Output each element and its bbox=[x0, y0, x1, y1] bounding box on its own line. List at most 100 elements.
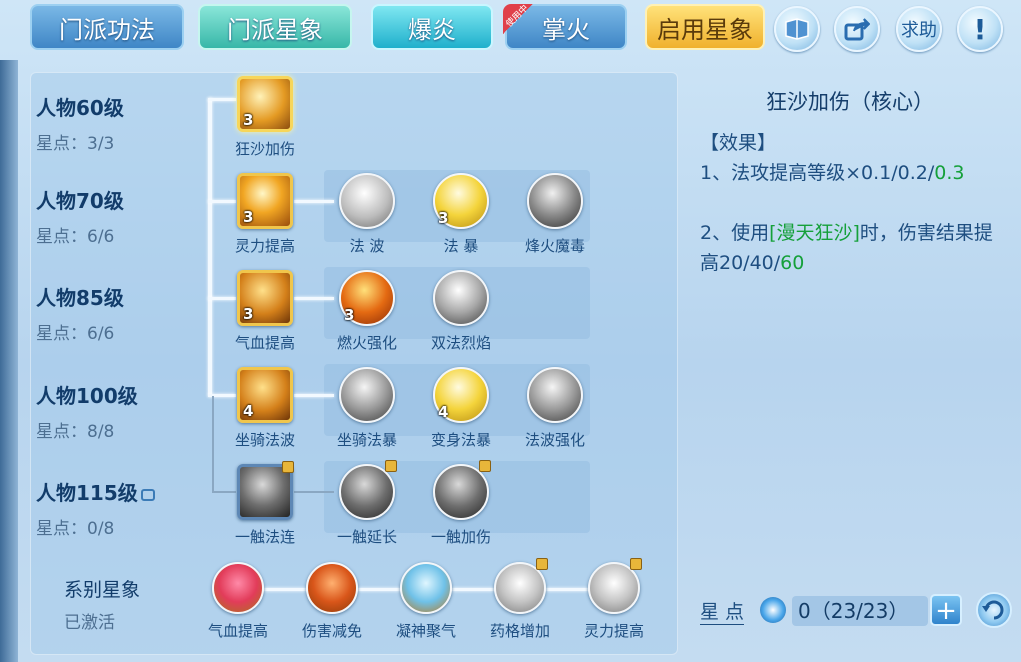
level-name: 人物100级 bbox=[36, 384, 138, 408]
skill-node[interactable]: 3 气血提高 bbox=[228, 270, 302, 353]
tower-icon bbox=[527, 173, 583, 229]
system-node[interactable]: 凝神聚气 bbox=[389, 562, 463, 641]
fire-fist-icon: 3 bbox=[339, 270, 395, 326]
tab-label: 掌火 bbox=[542, 15, 590, 44]
skill-node[interactable]: 3 法 暴 bbox=[424, 173, 498, 256]
flame-icon bbox=[433, 270, 489, 326]
skill-node[interactable]: 坐骑法暴 bbox=[330, 367, 404, 450]
tab-label: 爆炎 bbox=[408, 15, 456, 44]
system-title: 系别星象 bbox=[64, 579, 141, 601]
skill-label: 双法烈焰 bbox=[430, 334, 491, 352]
spell-power-icon: 3 bbox=[237, 173, 293, 229]
meditate-icon bbox=[400, 562, 452, 614]
mount-icon: 4 bbox=[237, 367, 293, 423]
wave-icon bbox=[527, 367, 583, 423]
system-label: 灵力提高 bbox=[583, 622, 644, 640]
star-point-icon bbox=[760, 597, 786, 623]
level-70: 人物70级 星点：6/6 bbox=[36, 185, 196, 247]
share-icon[interactable] bbox=[834, 6, 880, 52]
mount-grey-icon bbox=[339, 367, 395, 423]
skill-label: 一触延长 bbox=[336, 528, 397, 546]
tree-line bbox=[208, 98, 212, 396]
system-node-locked[interactable]: 药格增加 bbox=[483, 558, 557, 641]
palm-gold-icon: 3 bbox=[433, 173, 489, 229]
skill-node-locked[interactable]: 一触法连 bbox=[228, 461, 302, 547]
tab-sect-skills[interactable]: 门派功法 bbox=[30, 4, 184, 50]
system-label: 伤害减免 bbox=[301, 622, 362, 640]
tab-scheme-2[interactable]: 使用中 掌火 bbox=[503, 3, 627, 50]
beast-icon: 3 bbox=[237, 270, 293, 326]
skill-node[interactable]: 烽火魔毒 bbox=[518, 173, 592, 256]
sand-skill-icon: 3 bbox=[237, 76, 293, 132]
help-button[interactable]: 求助 bbox=[896, 6, 942, 52]
touch-damage-icon bbox=[433, 460, 491, 520]
level-85: 人物85级 星点：6/6 bbox=[36, 282, 196, 344]
lock-icon bbox=[282, 461, 294, 473]
skill-node[interactable]: 4 坐骑法波 bbox=[228, 367, 302, 450]
book-icon[interactable] bbox=[774, 6, 820, 52]
lock-icon bbox=[479, 460, 491, 472]
system-label: 药格增加 bbox=[489, 622, 550, 640]
skill-label: 坐骑法暴 bbox=[336, 431, 397, 449]
system-node[interactable]: 伤害减免 bbox=[295, 562, 369, 641]
star-points-value: 0（23/23） bbox=[792, 596, 928, 626]
level-60: 人物60级 星点：3/3 bbox=[36, 92, 196, 154]
tree-line-locked bbox=[212, 396, 214, 492]
level-name: 人物85级 bbox=[36, 286, 124, 310]
alert-icon[interactable]: ! bbox=[957, 6, 1003, 52]
detail-title: 狂沙加伤（核心） bbox=[766, 90, 934, 114]
shield-body-icon bbox=[306, 562, 358, 614]
level-100: 人物100级星点：8/8 bbox=[36, 380, 196, 442]
tab-sect-stars[interactable]: 门派星象 bbox=[198, 4, 352, 50]
skill-label: 法 波 bbox=[349, 237, 385, 255]
transform-icon: 4 bbox=[433, 367, 489, 423]
skill-node-locked[interactable]: 一触延长 bbox=[330, 460, 404, 547]
skill-label: 法波强化 bbox=[524, 431, 585, 449]
skill-node[interactable]: 3 燃火强化 bbox=[330, 270, 404, 353]
lock-icon bbox=[630, 558, 642, 570]
system-node-locked[interactable]: 灵力提高 bbox=[577, 558, 651, 641]
effect-line-1: 1、法攻提高等级×0.1/0.2/0.3 bbox=[700, 162, 965, 184]
skill-node[interactable]: 双法烈焰 bbox=[424, 270, 498, 353]
skill-node-locked[interactable]: 一触加伤 bbox=[424, 460, 498, 547]
touch-extend-icon bbox=[339, 460, 397, 520]
skill-label: 法 暴 bbox=[443, 237, 479, 255]
potion-icon bbox=[494, 558, 548, 614]
skill-label: 狂沙加伤 bbox=[234, 140, 295, 158]
help-label: 求助 bbox=[901, 20, 937, 41]
skill-label: 一触法连 bbox=[234, 528, 295, 546]
system-label: 凝神聚气 bbox=[395, 622, 456, 640]
effect-header: 【效果】 bbox=[700, 132, 777, 154]
add-star-point-button[interactable]: + bbox=[930, 594, 962, 626]
touch-icon bbox=[237, 461, 294, 520]
skill-node[interactable]: 法波强化 bbox=[518, 367, 592, 450]
enable-stars-button[interactable]: 启用星象 bbox=[645, 4, 765, 50]
reset-icon[interactable] bbox=[976, 592, 1012, 628]
system-node[interactable]: 气血提高 bbox=[201, 562, 275, 641]
level-115: 人物115级星点：0/8 bbox=[36, 477, 196, 539]
palm-icon bbox=[339, 173, 395, 229]
in-use-badge: 使用中 bbox=[503, 3, 533, 34]
level-name: 人物115级 bbox=[36, 481, 138, 505]
level-points: 星点：3/3 bbox=[36, 134, 115, 154]
lock-icon bbox=[536, 558, 548, 570]
button-label: 启用星象 bbox=[657, 15, 753, 44]
skill-node[interactable]: 3 灵力提高 bbox=[228, 173, 302, 256]
skill-node[interactable]: 3 狂沙加伤 bbox=[228, 76, 302, 159]
skill-label: 燃火强化 bbox=[336, 334, 397, 352]
skill-node[interactable]: 4 变身法暴 bbox=[424, 367, 498, 450]
skill-label: 变身法暴 bbox=[430, 431, 491, 449]
skill-label: 灵力提高 bbox=[234, 237, 295, 255]
tab-scheme-1[interactable]: 爆炎 bbox=[371, 4, 493, 50]
effect-line-2: 2、使用[漫天狂沙]时，伤害结果提高20/40/60 bbox=[700, 222, 993, 274]
skill-label: 一触加伤 bbox=[430, 528, 491, 546]
system-stars: 系别星象 已激活 bbox=[64, 575, 224, 633]
system-label: 气血提高 bbox=[207, 622, 268, 640]
star-points-bar: 星 点 0（23/23） + bbox=[700, 592, 1018, 632]
skill-node[interactable]: 法 波 bbox=[330, 173, 404, 256]
level-points: 星点：0/8 bbox=[36, 519, 115, 539]
skill-label: 气血提高 bbox=[234, 334, 295, 352]
spell-star-icon bbox=[588, 558, 642, 614]
level-points: 星点：8/8 bbox=[36, 422, 115, 442]
lock-icon bbox=[140, 488, 155, 501]
